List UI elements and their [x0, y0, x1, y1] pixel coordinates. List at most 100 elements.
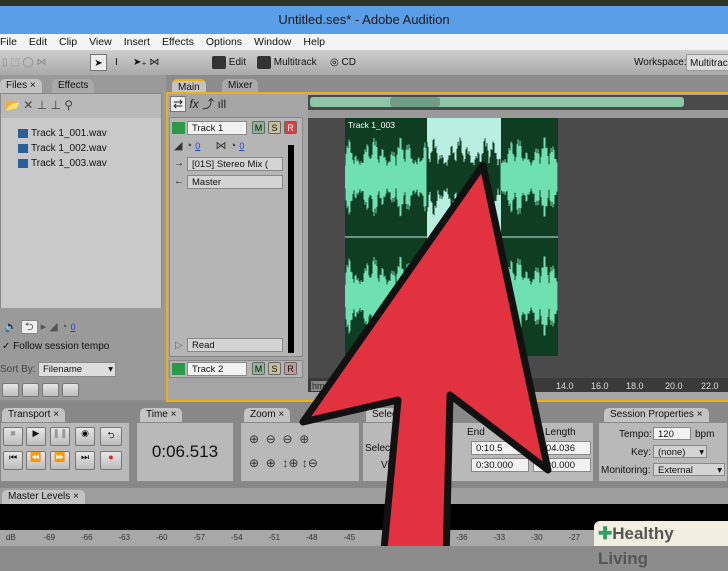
tempo-field[interactable]: 120 — [653, 427, 691, 440]
zoom-out-icon[interactable]: ⊖ — [266, 432, 276, 446]
zoom-full-icon[interactable]: ⊖ — [282, 432, 292, 446]
volume-value[interactable]: 0 — [70, 322, 75, 332]
key-dropdown[interactable]: (none) ▾ — [653, 445, 707, 458]
track2-name-field[interactable]: Track 2 — [187, 362, 247, 376]
view-length-field[interactable]: 0:30.000 — [533, 458, 591, 472]
zoom-in-vertical-icon[interactable]: ↕⊕ — [282, 456, 298, 470]
scale-tick: dB — [6, 533, 16, 542]
fast-forward-button[interactable]: ⏩ — [50, 451, 70, 470]
eq-icon[interactable]: ıll — [217, 97, 226, 111]
loop-button[interactable]: ⮌ — [100, 427, 122, 446]
menu-options[interactable]: Options — [206, 34, 242, 50]
cd-icon: ◎ — [330, 57, 339, 68]
automation-dropdown[interactable]: Read — [187, 338, 283, 352]
scrub-tool-icon[interactable]: ➤₊ ⋈ — [133, 54, 159, 71]
workspace-dropdown[interactable]: Multitrack — [686, 54, 728, 71]
volume-knob[interactable]: ◔ — [186, 140, 193, 152]
zoom-right-icon[interactable]: ⊕ — [266, 456, 276, 470]
tab-effects[interactable]: Effects — [52, 79, 95, 93]
stop-button[interactable]: ■ — [3, 427, 23, 446]
tab-zoom[interactable]: Zoom × — [244, 408, 291, 422]
input-dropdown[interactable]: [01S] Stereo Mix ( — [187, 157, 283, 171]
move-tool-icon[interactable]: ➤ — [90, 54, 107, 71]
menu-clip[interactable]: Clip — [59, 34, 77, 50]
output-dropdown[interactable]: Master — [187, 175, 283, 189]
tab-selection[interactable]: Selection/View — [366, 408, 444, 422]
sort-by-dropdown[interactable]: Filename ▾ — [38, 362, 116, 377]
go-to-end-button[interactable]: ⏭ — [75, 451, 95, 470]
track-wave-icon — [172, 122, 185, 134]
audio-clip[interactable] — [345, 118, 558, 356]
inputs-outputs-icon[interactable]: ⇄ — [170, 96, 187, 112]
filter-button[interactable] — [42, 383, 59, 397]
menu-insert[interactable]: Insert — [124, 34, 150, 50]
menu-view[interactable]: View — [89, 34, 112, 50]
menu-edit[interactable]: Edit — [29, 34, 47, 50]
record-button[interactable]: R — [284, 362, 297, 375]
audition-icon[interactable]: ⚲ — [64, 98, 73, 112]
tab-master-levels[interactable]: Master Levels × — [2, 490, 85, 504]
menu-help[interactable]: Help — [303, 34, 325, 50]
open-file-icon[interactable]: 📂 — [5, 98, 20, 112]
selection-length-field[interactable]: 0:04.036 — [533, 441, 591, 455]
play-button[interactable]: ▶ — [26, 427, 46, 446]
effects-icon[interactable]: fx — [189, 97, 198, 111]
track-wave-icon — [172, 363, 185, 375]
insert-multitrack-icon[interactable]: ⊥ — [51, 98, 61, 112]
sends-icon[interactable]: ⤴ — [202, 97, 214, 111]
close-file-icon[interactable]: ✕ — [23, 98, 33, 112]
loop-icon[interactable]: ⮌ — [20, 320, 38, 334]
zoom-in-icon[interactable]: ⊕ — [249, 432, 259, 446]
record-button[interactable]: R — [284, 121, 297, 134]
selection-end-field[interactable]: 0:10.5 — [471, 441, 529, 455]
filter-button[interactable] — [22, 383, 39, 397]
zoom-left-icon[interactable]: ⊕ — [249, 456, 259, 470]
pan-knob[interactable]: ◔ — [230, 140, 237, 152]
volume-knob[interactable]: ◔ — [61, 321, 68, 333]
tab-main[interactable]: Main — [172, 79, 206, 93]
menu-window[interactable]: Window — [254, 34, 291, 50]
time-selection-tool-icon[interactable]: I — [115, 54, 118, 71]
scale-tick: -66 — [81, 533, 93, 542]
record-button[interactable]: ● — [100, 451, 122, 470]
monitoring-dropdown[interactable]: External ▾ — [653, 463, 725, 476]
multitrack-view-button[interactable]: Multitrack — [257, 54, 317, 71]
menu-bar: File Edit Clip View Insert Effects Optio… — [0, 34, 728, 50]
pause-button[interactable]: ❚❚ — [50, 427, 70, 446]
play-from-cursor-button[interactable]: ◉ — [75, 427, 95, 446]
insert-icon[interactable]: ⊥ — [37, 98, 47, 112]
scroll-thumb[interactable] — [390, 97, 440, 107]
follow-tempo-checkbox[interactable]: ✓ Follow session tempo — [2, 341, 109, 352]
view-end-field[interactable]: 0:30.000 — [471, 458, 529, 472]
zoom-out-vertical-icon[interactable]: ↕⊖ — [302, 456, 318, 470]
mute-button[interactable]: M — [252, 121, 265, 134]
tab-time[interactable]: Time × — [140, 408, 183, 422]
zoom-selection-icon[interactable]: ⊕ — [299, 432, 309, 446]
edit-view-button[interactable]: Edit — [212, 54, 246, 71]
tab-transport[interactable]: Transport × — [2, 408, 66, 422]
menu-effects[interactable]: Effects — [162, 34, 194, 50]
menu-file[interactable]: File — [0, 34, 17, 50]
filter-button[interactable] — [62, 383, 79, 397]
mute-button[interactable]: M — [252, 362, 265, 375]
solo-button[interactable]: S — [268, 362, 281, 375]
go-to-start-button[interactable]: ⏮ — [3, 451, 23, 470]
list-item[interactable]: Track 1_002.wav — [1, 141, 161, 156]
expand-icon[interactable]: ▷ — [175, 340, 183, 351]
scale-tick: -45 — [343, 533, 356, 542]
solo-button[interactable]: S — [268, 121, 281, 134]
tab-session-properties[interactable]: Session Properties × — [604, 408, 709, 422]
tool-icons[interactable]: ▯ ⬚ ◯ ⋈ — [2, 54, 46, 71]
window-title: Untitled.ses* - Adobe Audition — [278, 12, 450, 27]
list-item[interactable]: Track 1_003.wav — [1, 156, 161, 171]
rewind-button[interactable]: ⏪ — [26, 451, 46, 470]
cd-view-button[interactable]: ◎ CD — [330, 54, 356, 71]
horizontal-scroll-bar[interactable] — [310, 97, 684, 107]
track1-name-field[interactable]: Track 1 — [187, 121, 247, 135]
list-item[interactable]: Track 1_001.wav — [1, 126, 161, 141]
track-view-buttons: ⇄ fx ⤴ ıll — [170, 95, 226, 112]
filter-button[interactable] — [2, 383, 19, 397]
tab-mixer[interactable]: Mixer — [222, 79, 259, 93]
scale-tick: -39 — [418, 533, 431, 542]
tab-files[interactable]: Files × — [0, 79, 42, 93]
